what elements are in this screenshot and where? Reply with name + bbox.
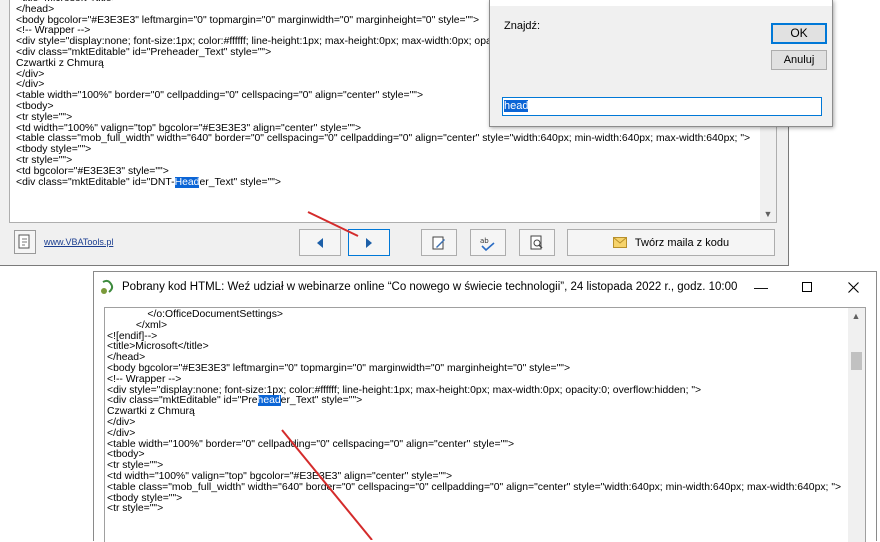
- code-file-icon: [100, 279, 116, 295]
- edit-document-icon: [432, 236, 445, 249]
- code-segment: <![endif]-->: [107, 330, 158, 342]
- code-segment: <div class="mktEditable" id="Pre: [107, 395, 258, 407]
- code-segment: </xml>: [107, 319, 168, 331]
- code-segment: er_Text" style="">: [199, 176, 281, 188]
- find-label: Znajdź:: [504, 20, 541, 32]
- create-email-button-label: Twórz maila z kodu: [634, 236, 730, 249]
- minimize-icon[interactable]: —: [738, 272, 784, 302]
- code-segment: <tr style="">: [16, 154, 73, 166]
- code-segment: <tbody>: [107, 449, 145, 461]
- code-segment: Czwartki z Chmurą: [16, 57, 104, 69]
- maximize-icon[interactable]: [784, 272, 830, 302]
- code-line: <tbody style="">: [107, 492, 841, 505]
- code-line: <![endif]-->: [107, 330, 841, 343]
- code-segment: <tr style="">: [107, 460, 164, 472]
- code-line: <title>Microsoft</title>: [107, 341, 841, 353]
- create-email-button[interactable]: Twórz maila z kodu: [567, 229, 775, 256]
- vbatools-link[interactable]: www.VBATools.pl: [44, 237, 113, 247]
- code-segment: </head>: [16, 3, 55, 15]
- code-segment: Czwartki z Chmurą: [107, 406, 195, 418]
- code-line: <tr style="">: [107, 503, 841, 515]
- code-segment: </head>: [107, 352, 146, 364]
- code-segment: <tbody style="">: [16, 144, 92, 156]
- code-segment: </div>: [107, 427, 136, 439]
- code-segment: <div class="mktEditable" id="Preheader_T…: [16, 46, 272, 58]
- vertical-scrollbar-bottom[interactable]: ▲: [848, 308, 865, 542]
- code-segment: <!-- Wrapper -->: [16, 25, 91, 37]
- code-segment: <div style="display:none; font-size:1px;…: [107, 384, 702, 396]
- next-button[interactable]: [348, 229, 390, 256]
- html-source-window-bottom: Pobrany kod HTML: Weź udział w webinarze…: [93, 271, 877, 542]
- code-line: <tbody>: [107, 449, 841, 461]
- spellcheck-button[interactable]: ab: [470, 229, 506, 256]
- code-segment: <div style="display:none; font-size:1px;…: [16, 36, 500, 48]
- close-icon[interactable]: [830, 272, 876, 302]
- code-segment: <table width="100%" border="0" cellpaddi…: [16, 90, 424, 102]
- code-line: Czwartki z Chmurą: [107, 406, 841, 418]
- code-line: </div>: [107, 416, 841, 429]
- code-segment: <body bgcolor="#E3E3E3" leftmargin="0" t…: [107, 362, 571, 374]
- toolbar: www.VBATools.pl ab Twórz maila z kodu: [9, 228, 779, 258]
- code-line: <tbody style="">: [16, 144, 750, 156]
- previous-button[interactable]: [299, 229, 341, 256]
- code-segment: <!-- Wrapper -->: [107, 373, 182, 385]
- code-segment: <table class="mob_full_width" width="640…: [16, 133, 751, 145]
- code-line: </xml>: [107, 319, 841, 332]
- vba-tools-logo-icon[interactable]: [14, 230, 36, 254]
- code-segment: <title>Microsoft</title>: [107, 341, 209, 353]
- code-segment: </div>: [107, 416, 136, 428]
- code-segment: <tbody style="">: [107, 492, 183, 504]
- code-segment: <tr style="">: [16, 111, 73, 123]
- code-segment: <td width="100%" valign="top" bgcolor="#…: [16, 122, 362, 134]
- code-line: <div class="mktEditable" id="Preheader_T…: [107, 395, 841, 407]
- code-segment: <div class="mktEditable" id="DNT-: [16, 176, 175, 188]
- ok-button[interactable]: OK: [771, 23, 827, 44]
- code-segment: </div>: [16, 68, 45, 80]
- scroll-up-icon[interactable]: ▲: [848, 308, 864, 324]
- spellcheck-icon: ab: [480, 237, 495, 251]
- code-segment: er_Text" style="">: [280, 395, 363, 407]
- preview-button[interactable]: [519, 229, 555, 256]
- code-segment: <tr style="">: [107, 503, 164, 515]
- code-segment: </o:OfficeDocumentSettings>: [107, 309, 283, 320]
- code-segment: <tbody>: [16, 100, 54, 112]
- search-match: Head: [174, 176, 200, 188]
- code-text-bottom: </o:OfficeDocumentSettings> </xml> <![end…: [107, 309, 842, 515]
- code-segment: <td bgcolor="#E3E3E3" style="">: [16, 165, 169, 177]
- code-segment: <td width="100%" valign="top" bgcolor="#…: [107, 470, 453, 482]
- code-segment: </div>: [16, 79, 45, 91]
- find-input[interactable]: head: [502, 97, 822, 116]
- find-dialog: Znajdź: OK Anuluj head: [489, 0, 833, 127]
- code-line: <table class="mob_full_width" width="640…: [107, 481, 842, 494]
- edit-button[interactable]: [421, 229, 457, 256]
- code-line: <table class="mob_full_width" width="640…: [16, 133, 751, 145]
- arrow-left-icon: [317, 237, 323, 248]
- window-title: Pobrany kod HTML: Weź udział w webinarze…: [122, 281, 738, 293]
- code-line: </o:OfficeDocumentSettings>: [107, 309, 841, 321]
- scrollbar-thumb[interactable]: [851, 352, 862, 370]
- code-segment: <body bgcolor="#E3E3E3" leftmargin="0" t…: [16, 14, 480, 26]
- search-match: head: [257, 395, 281, 407]
- arrow-right-icon: [366, 237, 372, 248]
- code-line: <body bgcolor="#E3E3E3" leftmargin="0" t…: [107, 362, 841, 375]
- preview-document-icon: [530, 235, 543, 249]
- code-segment: <table width="100%" border="0" cellpaddi…: [107, 438, 515, 450]
- find-input-value: head: [504, 100, 529, 112]
- code-line: <div class="mktEditable" id="DNT-Header_…: [16, 176, 750, 189]
- code-line: <table width="100%" border="0" cellpaddi…: [107, 438, 841, 451]
- code-editor-bottom[interactable]: </o:OfficeDocumentSettings> </xml> <![end…: [104, 307, 866, 542]
- cancel-button[interactable]: Anuluj: [771, 50, 827, 70]
- envelope-icon: [612, 237, 627, 248]
- find-dialog-titlebar: [490, 0, 832, 6]
- svg-text:ab: ab: [480, 237, 489, 245]
- code-segment: <table class="mob_full_width" width="640…: [107, 481, 842, 493]
- scroll-down-icon[interactable]: ▼: [760, 206, 776, 222]
- window-titlebar: Pobrany kod HTML: Weź udział w webinarze…: [94, 272, 876, 302]
